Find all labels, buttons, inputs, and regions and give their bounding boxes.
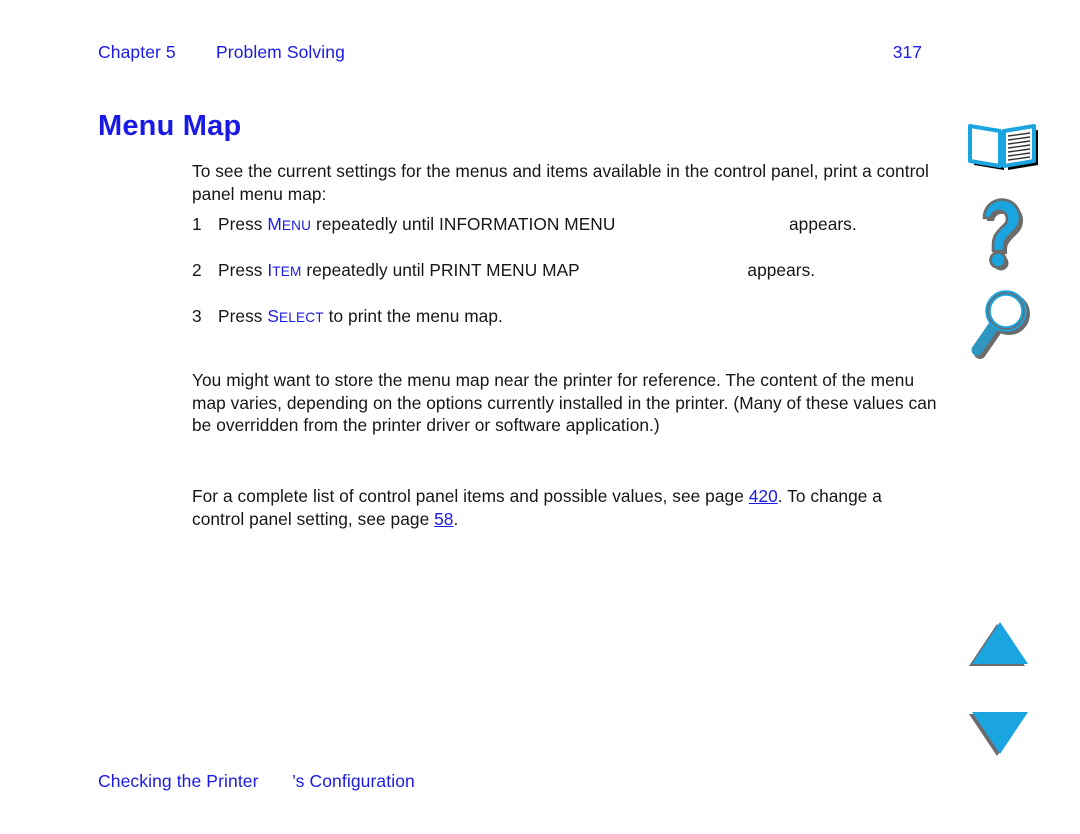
list-item-lead: Press [218,260,263,280]
header-chapter-title: Problem Solving [216,42,345,62]
list-item-body: repeatedly until INFORMATION MENU [316,214,616,234]
table-of-contents-button[interactable] [962,118,1048,172]
intro-paragraph: To see the current settings for the menu… [192,161,929,204]
document-page: Chapter 5 Problem Solving 317 Menu Map T… [0,0,1080,834]
navigation-rail [962,0,1052,834]
list-item-text-group: repeatedly until PRINT MENU MAP appears. [306,259,815,282]
list-item-body: to print the menu map. [328,306,503,326]
page-footer: Checking the Printer ’s Configuration [98,771,698,797]
list-item-text-group: repeatedly until INFORMATION MENU appears… [316,213,857,236]
header-page-number: 317 [892,42,922,62]
page-header: Chapter 5 Problem Solving 317 [98,42,968,70]
list-item: 3 Press SELECT to print the menu map. [192,305,503,330]
page-reference-link-58[interactable]: 58 [434,509,453,529]
control-key-item: ITEM [267,260,302,280]
list-item-number: 3 [192,306,202,326]
page-title: Menu Map [98,110,242,143]
previous-page-button[interactable] [962,616,1048,668]
triangle-up-icon [969,622,1028,666]
list-item: 1 Press MENU repeatedly until INFORMATION… [192,213,857,238]
list-item-number: 1 [192,214,202,234]
find-button[interactable] [962,288,1048,360]
footer-text-right: ’s Configuration [292,771,415,791]
list-item-lead: Press [218,306,263,326]
header-chapter-label: Chapter 5 [98,42,176,62]
reference-end-text: . [453,508,459,529]
page-reference-link-420[interactable]: 420 [749,486,778,506]
help-button[interactable] [962,196,1048,272]
next-page-button[interactable] [962,704,1048,760]
triangle-down-icon [969,712,1028,756]
reference-lead-text: For a complete list of control panel ite… [192,486,749,507]
question-mark-icon [982,198,1023,271]
list-item-number: 2 [192,260,202,280]
list-item-lead: Press [218,214,263,234]
note-paragraph: You might want to store the menu map nea… [192,370,937,436]
magnifier-icon [971,290,1030,359]
footer-text-left: Checking the Printer [98,771,259,791]
list-item-tail: appears. [789,214,857,234]
list-item-body: repeatedly until PRINT MENU MAP [306,260,580,280]
book-icon [968,124,1038,170]
list-item: 2 Press ITEM repeatedly until PRINT MENU … [192,259,815,284]
control-key-select: SELECT [267,306,324,326]
reference-paragraph: For a complete list of control panel ite… [192,485,937,530]
control-key-menu: MENU [267,214,312,234]
list-item-tail: appears. [747,260,816,280]
